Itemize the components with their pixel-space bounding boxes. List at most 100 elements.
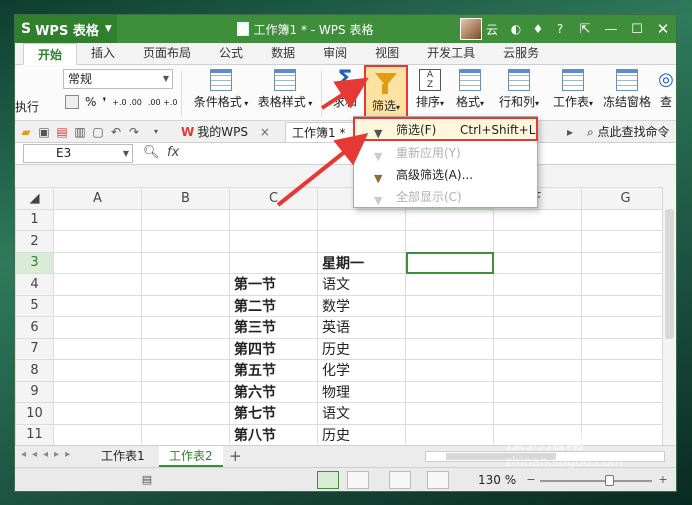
cell[interactable]: 语文 bbox=[317, 402, 406, 425]
fx-icon[interactable]: fx bbox=[167, 145, 179, 160]
format-button[interactable]: 格式▾ bbox=[451, 67, 489, 119]
cell[interactable] bbox=[141, 359, 230, 382]
sheet-tab-1[interactable]: 工作表1 bbox=[91, 446, 155, 467]
zoom-slider-knob[interactable] bbox=[605, 475, 615, 486]
cell[interactable]: 星期一 bbox=[317, 251, 406, 274]
sort-button[interactable]: AZ 排序▾ bbox=[411, 67, 449, 119]
row-header[interactable]: 8 bbox=[15, 359, 54, 382]
cell[interactable] bbox=[229, 230, 318, 253]
export-pdf-icon[interactable]: ▤ bbox=[55, 125, 69, 139]
close-tab-icon[interactable]: × bbox=[260, 125, 270, 139]
redo-icon[interactable]: ↷ bbox=[127, 125, 141, 139]
tab-view[interactable]: 视图 bbox=[361, 42, 413, 64]
magnifier-icon[interactable]: 🔍︎ bbox=[143, 145, 160, 160]
row-column-button[interactable]: 行和列▾ bbox=[493, 67, 545, 119]
cell[interactable]: 第六节 bbox=[229, 380, 318, 403]
row-header[interactable]: 9 bbox=[15, 380, 54, 403]
decrease-decimal-button[interactable]: .00 +.0 bbox=[148, 98, 178, 107]
cell[interactable] bbox=[581, 380, 670, 403]
spreadsheet-grid[interactable]: ◢ A B C D E F G 123 星期一 4 第一节语文 5 第二节数学 6 第三节英语… bbox=[15, 187, 676, 445]
tab-developer[interactable]: 开发工具 bbox=[413, 42, 489, 64]
freeze-panes-button[interactable]: 冻结窗格 bbox=[601, 67, 653, 119]
cell[interactable] bbox=[493, 380, 582, 403]
currency-icon[interactable] bbox=[65, 95, 79, 109]
cell[interactable] bbox=[493, 230, 582, 253]
user-name[interactable]: 云 bbox=[486, 21, 498, 38]
cell[interactable]: 历史 bbox=[317, 423, 406, 445]
cell[interactable] bbox=[405, 230, 494, 253]
cell[interactable] bbox=[53, 380, 142, 403]
minimize-icon[interactable]: — bbox=[598, 15, 624, 43]
macro-icon[interactable]: ▤ bbox=[139, 473, 155, 487]
cell[interactable]: 历史 bbox=[317, 337, 406, 360]
cell[interactable] bbox=[53, 316, 142, 339]
open-icon[interactable]: ▰ bbox=[19, 125, 33, 139]
row-header[interactable]: 4 bbox=[15, 273, 54, 296]
cell[interactable] bbox=[581, 423, 670, 445]
ribbon-toggle-icon[interactable]: ⇱ bbox=[572, 15, 598, 43]
save-icon[interactable]: ▣ bbox=[37, 125, 51, 139]
cell[interactable] bbox=[141, 402, 230, 425]
cell[interactable] bbox=[493, 294, 582, 317]
maximize-icon[interactable]: ☐ bbox=[624, 15, 650, 43]
page-layout-view-button[interactable] bbox=[347, 471, 369, 489]
cell[interactable]: 第二节 bbox=[229, 294, 318, 317]
cell[interactable] bbox=[405, 337, 494, 360]
print-icon[interactable]: ▥ bbox=[73, 125, 87, 139]
help-icon[interactable]: ? bbox=[550, 22, 570, 36]
cell[interactable] bbox=[53, 208, 142, 231]
number-format-select[interactable]: 常规 ▼ bbox=[63, 69, 173, 89]
cell[interactable] bbox=[405, 273, 494, 296]
cell[interactable] bbox=[141, 423, 230, 445]
cell[interactable] bbox=[405, 294, 494, 317]
row-header[interactable]: 2 bbox=[15, 230, 54, 253]
customize-icon[interactable]: ▾ bbox=[149, 125, 163, 139]
close-icon[interactable]: ✕ bbox=[650, 15, 676, 43]
column-header[interactable]: G bbox=[581, 187, 670, 210]
page-break-view-button[interactable] bbox=[389, 471, 411, 489]
cell[interactable] bbox=[141, 380, 230, 403]
cell[interactable] bbox=[53, 230, 142, 253]
cell[interactable]: 第五节 bbox=[229, 359, 318, 382]
tab-formulas[interactable]: 公式 bbox=[205, 42, 257, 64]
tab-home[interactable]: 开始 bbox=[23, 43, 78, 65]
cell[interactable] bbox=[581, 294, 670, 317]
cell[interactable]: 第四节 bbox=[229, 337, 318, 360]
tab-review[interactable]: 审阅 bbox=[309, 42, 361, 64]
sum-button[interactable]: Σ 求和 bbox=[327, 67, 363, 119]
cell[interactable] bbox=[141, 273, 230, 296]
cell[interactable]: 物理 bbox=[317, 380, 406, 403]
normal-view-button[interactable] bbox=[317, 471, 339, 489]
cell[interactable] bbox=[141, 337, 230, 360]
cell[interactable] bbox=[405, 208, 494, 231]
cell[interactable]: 英语 bbox=[317, 316, 406, 339]
cell[interactable] bbox=[229, 208, 318, 231]
increase-decimal-button[interactable]: +.0 .00 bbox=[112, 98, 142, 107]
row-header[interactable]: 1 bbox=[15, 208, 54, 231]
row-header[interactable]: 11 bbox=[15, 423, 54, 445]
cell[interactable] bbox=[53, 359, 142, 382]
sheet-table[interactable]: ◢ A B C D E F G 123 星期一 4 第一节语文 5 第二节数学 6 第三节英语… bbox=[15, 187, 670, 445]
cell[interactable] bbox=[141, 208, 230, 231]
more-commands-icon[interactable]: ▸ bbox=[563, 125, 577, 139]
cell[interactable] bbox=[53, 294, 142, 317]
cell[interactable] bbox=[493, 273, 582, 296]
cell[interactable] bbox=[405, 380, 494, 403]
cell[interactable] bbox=[493, 337, 582, 360]
cell[interactable]: 第三节 bbox=[229, 316, 318, 339]
cell[interactable]: 数学 bbox=[317, 294, 406, 317]
conditional-format-button[interactable]: 条件格式 ▾ bbox=[189, 67, 253, 119]
tab-cloud[interactable]: 云服务 bbox=[489, 42, 553, 64]
cell[interactable] bbox=[405, 402, 494, 425]
cell[interactable] bbox=[405, 423, 494, 445]
cell[interactable] bbox=[53, 273, 142, 296]
tab-page-layout[interactable]: 页面布局 bbox=[129, 42, 205, 64]
column-header[interactable]: B bbox=[141, 187, 230, 210]
reading-view-button[interactable] bbox=[427, 471, 449, 489]
row-header[interactable]: 3 bbox=[15, 251, 54, 274]
cell[interactable] bbox=[317, 208, 406, 231]
cell[interactable] bbox=[141, 316, 230, 339]
avatar[interactable] bbox=[459, 18, 482, 40]
add-sheet-button[interactable]: + bbox=[219, 446, 252, 467]
cell[interactable]: 化学 bbox=[317, 359, 406, 382]
